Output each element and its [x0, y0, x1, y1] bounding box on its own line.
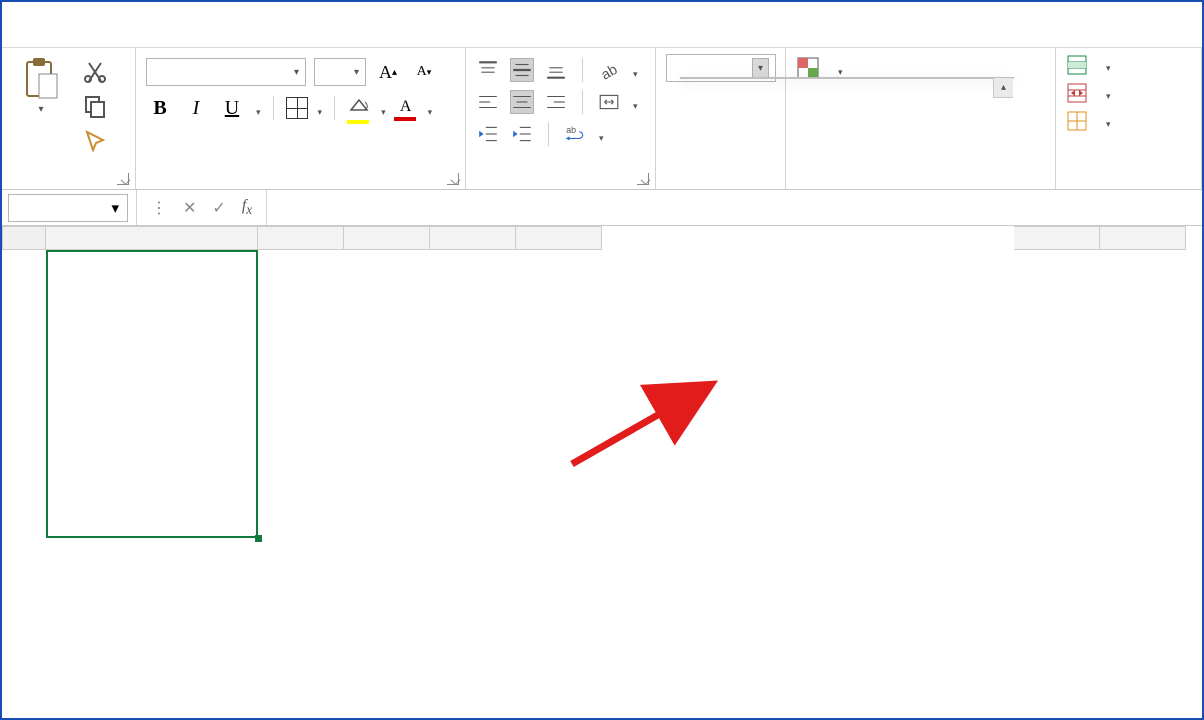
format-painter-icon[interactable] — [82, 128, 108, 152]
font-launcher[interactable] — [447, 173, 459, 185]
name-box[interactable]: ▾ — [8, 194, 128, 222]
col-header-A[interactable] — [46, 226, 258, 250]
svg-text:ab: ab — [566, 125, 576, 135]
underline-button[interactable]: U — [218, 97, 246, 120]
alignment-launcher[interactable] — [637, 173, 649, 185]
col-header-C[interactable] — [344, 226, 430, 250]
borders-button[interactable] — [286, 97, 308, 119]
delete-cells-button[interactable]: ▾ — [1066, 82, 1111, 104]
cancel-formula-icon[interactable]: ✕ — [183, 198, 196, 218]
align-bottom-icon[interactable] — [544, 58, 568, 82]
svg-text:ab: ab — [599, 62, 620, 81]
bold-button[interactable]: B — [146, 97, 174, 120]
col-header-D[interactable] — [430, 226, 516, 250]
clipboard-icon — [23, 56, 59, 100]
expand-formula-icon[interactable]: ⋮ — [151, 198, 167, 218]
copy-icon[interactable] — [82, 94, 108, 118]
selection-handle[interactable] — [255, 535, 262, 542]
select-all-corner[interactable] — [2, 226, 46, 250]
group-alignment: ab▾ ▾ ab▾ — [466, 48, 656, 189]
worksheet-grid[interactable] — [2, 226, 1202, 250]
increase-indent-icon[interactable] — [510, 122, 534, 146]
increase-font-icon[interactable]: A▴ — [374, 59, 402, 85]
cut-icon[interactable] — [82, 60, 108, 84]
selection-border — [46, 250, 258, 538]
insert-cells-button[interactable]: ▾ — [1066, 54, 1111, 76]
ribbon-tabs — [2, 2, 1202, 48]
col-header-E[interactable] — [516, 226, 602, 250]
align-center-icon[interactable] — [510, 90, 534, 114]
accept-formula-icon[interactable]: ✓ — [212, 198, 225, 218]
align-top-icon[interactable] — [476, 58, 500, 82]
align-left-icon[interactable] — [476, 90, 500, 114]
fx-icon[interactable]: fx — [242, 197, 252, 218]
italic-button[interactable]: I — [182, 97, 210, 120]
clipboard-launcher[interactable] — [117, 173, 129, 185]
annotation-arrow — [562, 374, 732, 474]
group-cells: ▾ ▾ ▾ — [1056, 48, 1202, 189]
ribbon: ▾ ▾ ▾ A▴ A▾ B I U▾ ▾ — [2, 48, 1202, 190]
col-header-J[interactable] — [1014, 226, 1100, 250]
number-format-dropdown: ▴ — [680, 77, 1014, 79]
font-name-combo[interactable]: ▾ — [146, 58, 306, 86]
paste-button[interactable]: ▾ — [12, 56, 70, 115]
orientation-icon[interactable]: ab — [597, 58, 621, 82]
scroll-up-icon[interactable]: ▴ — [993, 78, 1013, 98]
align-middle-icon[interactable] — [510, 58, 534, 82]
align-right-icon[interactable] — [544, 90, 568, 114]
group-clipboard: ▾ — [2, 48, 136, 189]
wrap-text-icon[interactable]: ab — [563, 122, 587, 146]
group-font: ▾ ▾ A▴ A▾ B I U▾ ▾ ▾ A ▾ — [136, 48, 466, 189]
decrease-indent-icon[interactable] — [476, 122, 500, 146]
fill-color-button[interactable] — [347, 98, 371, 118]
format-cells-button[interactable]: ▾ — [1066, 110, 1111, 132]
group-styles: ▾ — [786, 48, 1056, 189]
col-header-B[interactable] — [258, 226, 344, 250]
font-size-combo[interactable]: ▾ — [314, 58, 366, 86]
merge-center-icon[interactable] — [597, 90, 621, 114]
font-color-button[interactable]: A — [394, 98, 418, 118]
col-header-K[interactable] — [1100, 226, 1186, 250]
decrease-font-icon[interactable]: A▾ — [410, 59, 438, 85]
group-number: ▾ — [656, 48, 786, 189]
formula-bar: ▾ ⋮ ✕ ✓ fx — [2, 190, 1202, 226]
